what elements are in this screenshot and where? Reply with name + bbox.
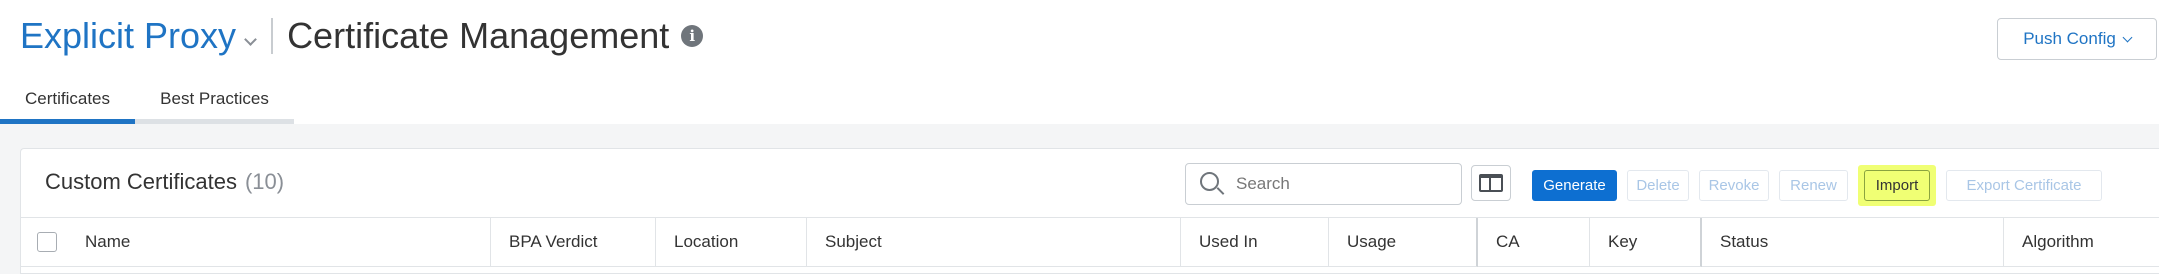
page-title: Certificate Management — [287, 15, 670, 56]
column-header-ca[interactable]: CA — [1478, 218, 1590, 267]
search-box[interactable] — [1185, 163, 1462, 205]
tab-certificates[interactable]: Certificates — [0, 78, 135, 124]
column-header-name[interactable]: Name — [57, 218, 491, 267]
generate-button[interactable]: Generate — [1532, 170, 1617, 201]
column-header-subject[interactable]: Subject — [807, 218, 1181, 267]
card-title: Custom Certificates (10) — [45, 169, 284, 195]
renew-button[interactable]: Renew — [1779, 170, 1848, 201]
chevron-down-icon[interactable] — [244, 32, 257, 46]
column-header-algorithm[interactable]: Algorithm — [2004, 218, 2159, 267]
select-all-checkbox[interactable] — [37, 232, 57, 252]
select-all-cell — [21, 218, 57, 267]
certificate-count: (10) — [244, 169, 285, 194]
card-title-text: Custom Certificates — [45, 169, 237, 194]
column-header-used-in[interactable]: Used In — [1181, 218, 1329, 267]
push-config-button[interactable]: Push Config — [1997, 18, 2157, 60]
column-header-status[interactable]: Status — [1702, 218, 2004, 267]
column-header-usage[interactable]: Usage — [1329, 218, 1478, 267]
column-layout-button[interactable] — [1471, 165, 1511, 201]
table-header: Name BPA Verdict Location Subject Used I… — [21, 217, 2159, 274]
column-header-key[interactable]: Key — [1590, 218, 1702, 267]
custom-certificates-card: Custom Certificates(10) Generate Delete … — [20, 148, 2159, 274]
column-header-location[interactable]: Location — [656, 218, 807, 267]
top-bar: Explicit Proxy Certificate Management i … — [0, 0, 2159, 124]
tab-bar: Certificates Best Practices — [0, 78, 294, 124]
card-header: Custom Certificates(10) Generate Delete … — [21, 149, 2159, 217]
title-divider — [271, 18, 274, 54]
export-certificate-button[interactable]: Export Certificate — [1946, 170, 2102, 201]
search-input[interactable] — [1236, 174, 1436, 194]
columns-icon — [1479, 174, 1503, 192]
revoke-button[interactable]: Revoke — [1699, 170, 1769, 201]
push-config-label: Push Config — [2023, 29, 2116, 48]
column-header-bpa-verdict[interactable]: BPA Verdict — [491, 218, 656, 267]
search-icon — [1200, 172, 1225, 196]
chevron-down-icon — [2122, 32, 2133, 42]
delete-button[interactable]: Delete — [1627, 170, 1689, 201]
import-button[interactable]: Import — [1864, 170, 1930, 201]
title-row: Explicit Proxy Certificate Management i — [20, 12, 704, 60]
info-icon[interactable]: i — [681, 25, 704, 47]
app-name-dropdown[interactable]: Explicit Proxy — [20, 15, 236, 57]
tab-best-practices[interactable]: Best Practices — [135, 78, 294, 124]
